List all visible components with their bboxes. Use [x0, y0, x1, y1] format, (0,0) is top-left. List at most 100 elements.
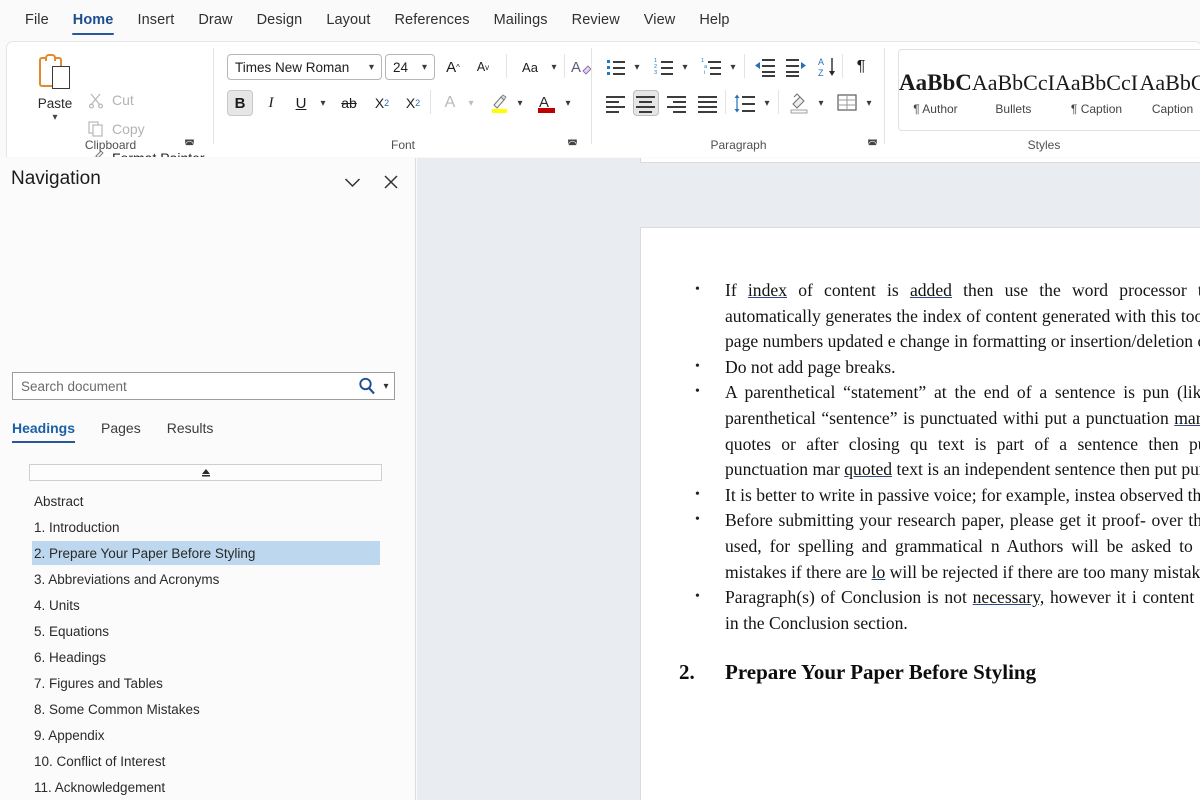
- style-item[interactable]: AaBbC¶ Author: [899, 50, 972, 130]
- document-bullet[interactable]: Before submitting your research paper, p…: [679, 508, 1200, 585]
- style-item[interactable]: AaBbCcI¶ Caption: [1055, 50, 1138, 130]
- chevron-down-icon[interactable]: ▾: [726, 54, 740, 80]
- ribbon-tab-help[interactable]: Help: [688, 5, 740, 36]
- ribbon-tab-view[interactable]: View: [633, 5, 687, 36]
- ribbon-tab-home[interactable]: Home: [62, 5, 125, 36]
- navigation-tab-results[interactable]: Results: [167, 420, 214, 443]
- chevron-down-icon[interactable]: ▾: [547, 54, 561, 80]
- navigation-heading-item[interactable]: 2. Prepare Your Paper Before Styling: [0, 540, 416, 566]
- ribbon-tab-draw[interactable]: Draw: [187, 5, 243, 36]
- justify-button[interactable]: [695, 90, 721, 116]
- clipboard-dialog-launcher-icon[interactable]: ◚: [183, 139, 196, 152]
- document-canvas[interactable]: If index of content is added then use th…: [417, 158, 1200, 800]
- close-icon[interactable]: [378, 170, 404, 194]
- navigation-heading-item[interactable]: 5. Equations: [0, 618, 416, 644]
- document-body-text[interactable]: If index of content is added then use th…: [679, 278, 1200, 686]
- ribbon-tab-insert[interactable]: Insert: [126, 5, 185, 36]
- chevron-down-icon[interactable]: ▾: [760, 90, 774, 116]
- navigation-headings-list[interactable]: Abstract1. Introduction2. Prepare Your P…: [0, 488, 416, 800]
- document-bullet[interactable]: It is better to write in passive voice; …: [679, 483, 1200, 509]
- navigation-heading-item[interactable]: 3. Abbreviations and Acronyms: [0, 566, 416, 592]
- style-item[interactable]: AaBbCcIBullets: [972, 50, 1055, 130]
- shading-button[interactable]: [786, 90, 812, 116]
- font-size-combobox[interactable]: 24 ▾: [385, 54, 435, 80]
- document-bullet[interactable]: A parenthetical “statement” at the end o…: [679, 380, 1200, 482]
- navigation-heading-item[interactable]: 10. Conflict of Interest: [0, 748, 416, 774]
- multilevel-list-button[interactable]: 1 a i: [699, 54, 725, 80]
- search-input[interactable]: [13, 378, 356, 395]
- navigation-heading-item[interactable]: 1. Introduction: [0, 514, 416, 540]
- styles-gallery[interactable]: AaBbC¶ AuthorAaBbCcIBulletsAaBbCcI¶ Capt…: [898, 49, 1200, 131]
- chevron-down-icon[interactable]: ▾: [366, 62, 377, 73]
- decrease-indent-button[interactable]: [752, 54, 778, 80]
- headings-scroll-up-button[interactable]: [29, 464, 382, 481]
- chevron-down-icon[interactable]: ▾: [561, 90, 575, 116]
- paste-button[interactable]: Paste ▾: [29, 49, 81, 145]
- underline-button[interactable]: U: [288, 90, 314, 116]
- navigation-search-box[interactable]: ▾: [12, 372, 395, 400]
- text-highlight-color-button[interactable]: [486, 90, 512, 116]
- navigation-tab-headings[interactable]: Headings: [12, 420, 75, 443]
- style-item[interactable]: AaBbCCaption: [1138, 50, 1200, 130]
- document-text: text is an independent sentence then put…: [892, 459, 1200, 479]
- navigation-heading-item[interactable]: 7. Figures and Tables: [0, 670, 416, 696]
- document-bullet[interactable]: Paragraph(s) of Conclusion is not necess…: [679, 585, 1200, 636]
- chevron-down-icon[interactable]: [339, 170, 365, 194]
- ribbon-tab-layout[interactable]: Layout: [315, 5, 381, 36]
- bulleted-list-button[interactable]: [603, 54, 629, 80]
- navigation-heading-item[interactable]: 9. Appendix: [0, 722, 416, 748]
- navigation-heading-label: 11. Acknowledgement: [34, 780, 165, 795]
- chevron-down-icon[interactable]: ▾: [52, 112, 57, 123]
- chevron-down-icon[interactable]: ▾: [464, 90, 478, 116]
- chevron-down-icon[interactable]: ▾: [378, 381, 394, 392]
- sort-button[interactable]: A Z: [814, 54, 840, 80]
- subscript-button[interactable]: X2: [369, 90, 395, 116]
- document-bullet[interactable]: Do not add page breaks.: [679, 355, 1200, 381]
- ribbon-tab-design[interactable]: Design: [246, 5, 314, 36]
- chevron-down-icon[interactable]: ▾: [316, 90, 330, 116]
- text-effects-icon: A: [445, 94, 456, 112]
- align-center-button[interactable]: [633, 90, 659, 116]
- increase-indent-button[interactable]: [783, 54, 809, 80]
- grow-font-button[interactable]: A^: [440, 54, 466, 80]
- chevron-down-icon[interactable]: ▾: [814, 90, 828, 116]
- ribbon-tab-review[interactable]: Review: [561, 5, 631, 36]
- ribbon-tab-mailings[interactable]: Mailings: [483, 5, 559, 36]
- cut-button[interactable]: Cut: [87, 87, 134, 113]
- ribbon-tab-references[interactable]: References: [383, 5, 480, 36]
- ribbon-tab-file[interactable]: File: [14, 5, 60, 36]
- navigation-heading-item[interactable]: Abstract: [0, 488, 416, 514]
- navigation-heading-item[interactable]: 6. Headings: [0, 644, 416, 670]
- bold-button[interactable]: B: [227, 90, 253, 116]
- navigation-heading-item[interactable]: 4. Units: [0, 592, 416, 618]
- chevron-down-icon[interactable]: ▾: [862, 90, 876, 116]
- numbered-list-button[interactable]: 1 2 3: [651, 54, 677, 80]
- document-heading-2[interactable]: 2.Prepare Your Paper Before Styling: [679, 660, 1200, 686]
- strikethrough-button[interactable]: ab: [336, 90, 362, 116]
- line-spacing-button[interactable]: [732, 90, 758, 116]
- navigation-tab-pages[interactable]: Pages: [101, 420, 141, 443]
- search-icon[interactable]: [356, 375, 378, 397]
- change-case-button[interactable]: Aa: [513, 54, 547, 80]
- borders-button[interactable]: [834, 90, 860, 116]
- document-bullet[interactable]: If index of content is added then use th…: [679, 278, 1200, 355]
- shrink-font-button[interactable]: Av: [470, 54, 496, 80]
- chevron-down-icon[interactable]: ▾: [630, 54, 644, 80]
- align-left-button[interactable]: [603, 90, 629, 116]
- document-text: It is better to write in passive voice; …: [725, 485, 1200, 505]
- navigation-heading-item[interactable]: 8. Some Common Mistakes: [0, 696, 416, 722]
- chevron-down-icon[interactable]: ▾: [678, 54, 692, 80]
- document-underlined-text: quoted: [844, 459, 892, 479]
- show-formatting-marks-button[interactable]: ¶: [848, 54, 874, 80]
- font-dialog-launcher-icon[interactable]: ◚: [566, 139, 579, 152]
- font-color-button[interactable]: A: [534, 90, 560, 116]
- text-effects-button[interactable]: A: [437, 90, 463, 116]
- chevron-down-icon[interactable]: ▾: [419, 62, 430, 73]
- font-family-combobox[interactable]: Times New Roman ▾: [227, 54, 382, 80]
- paragraph-dialog-launcher-icon[interactable]: ◚: [866, 139, 879, 152]
- chevron-down-icon[interactable]: ▾: [513, 90, 527, 116]
- align-right-button[interactable]: [664, 90, 690, 116]
- italic-button[interactable]: I: [258, 90, 284, 116]
- navigation-heading-item[interactable]: 11. Acknowledgement: [0, 774, 416, 800]
- superscript-button[interactable]: X2: [400, 90, 426, 116]
